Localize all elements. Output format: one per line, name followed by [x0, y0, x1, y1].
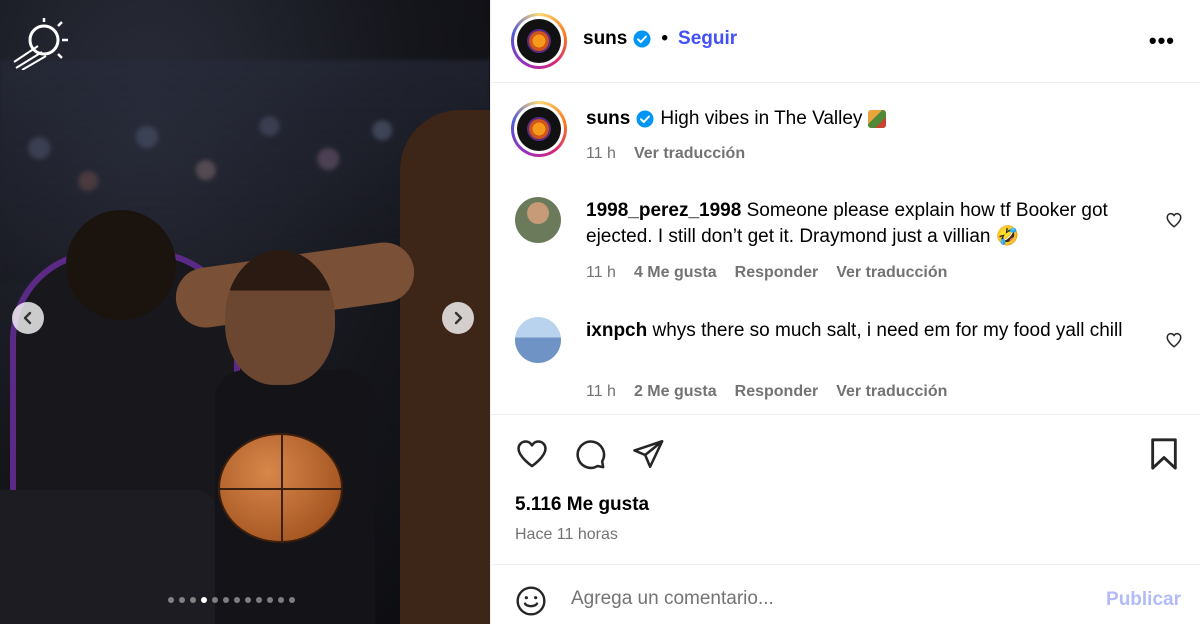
foreground-shadow [0, 490, 215, 624]
post-panel: suns • Seguir ••• suns High vibes in The… [490, 0, 1200, 624]
carousel-dot [289, 597, 295, 603]
caption-time[interactable]: 11 h [586, 145, 616, 163]
caption-avatar[interactable] [511, 101, 567, 157]
reply-button[interactable]: Responder [735, 264, 819, 282]
carousel-next-button[interactable] [442, 302, 474, 334]
comment-time[interactable]: 11 h [586, 383, 616, 401]
carousel-dots [168, 597, 295, 603]
comment-bar: Publicar [491, 564, 1200, 624]
like-heart-icon[interactable] [515, 437, 549, 471]
comment-body: 1998_perez_1998 Someone please explain h… [586, 198, 1126, 250]
carousel-dot [278, 597, 284, 603]
post-media[interactable] [0, 0, 490, 624]
carousel-dot [190, 597, 196, 603]
post-actions [491, 414, 1200, 470]
avatar[interactable] [511, 13, 567, 69]
comment-input[interactable] [571, 583, 1071, 615]
share-send-icon[interactable] [631, 437, 665, 471]
like-comment-heart-icon[interactable] [1165, 211, 1183, 229]
carousel-dot [179, 597, 185, 603]
likes-count[interactable]: 5.116 Me gusta [515, 494, 649, 516]
comment-username[interactable]: 1998_perez_1998 [586, 200, 741, 221]
carousel-prev-button[interactable] [12, 302, 44, 334]
carousel-dot [256, 597, 262, 603]
publish-button[interactable]: Publicar [1106, 589, 1181, 611]
comment-meta: 11 h 4 Me gusta Responder Ver traducción [586, 264, 947, 282]
verified-badge-icon [633, 30, 651, 48]
chevron-left-icon [23, 311, 32, 325]
commenter-avatar[interactable] [515, 197, 561, 243]
caption: suns High vibes in The Valley [586, 108, 887, 130]
comment-time[interactable]: 11 h [586, 264, 616, 282]
comment-translate-link[interactable]: Ver traducción [836, 264, 947, 282]
commenter-avatar[interactable] [515, 317, 561, 363]
verified-badge-icon [636, 110, 654, 128]
follow-button[interactable]: Seguir [678, 28, 737, 50]
caption-translate-link[interactable]: Ver traducción [634, 145, 745, 163]
player-right [400, 110, 490, 624]
save-bookmark-icon[interactable] [1149, 437, 1179, 471]
post-header: suns • Seguir ••• [491, 0, 1200, 83]
caption-text: High vibes in The Valley [660, 108, 863, 129]
carousel-dot [168, 597, 174, 603]
comment-likes[interactable]: 2 Me gusta [634, 383, 717, 401]
suns-logo-icon [13, 18, 68, 70]
carousel-dot [223, 597, 229, 603]
carousel-dot [201, 597, 207, 603]
player-left-head [66, 210, 176, 320]
header-username[interactable]: suns [583, 28, 627, 50]
comment-bubble-icon[interactable] [573, 437, 607, 471]
comment-likes[interactable]: 4 Me gusta [634, 264, 717, 282]
comment-translate-link[interactable]: Ver traducción [836, 383, 947, 401]
reply-button[interactable]: Responder [735, 383, 819, 401]
header-separator: • [661, 28, 669, 49]
sunset-emoji-icon [868, 110, 887, 128]
post-time[interactable]: Hace 11 horas [515, 526, 618, 544]
comment-username[interactable]: ixnpch [586, 320, 647, 341]
carousel-dot [267, 597, 273, 603]
carousel-dot [245, 597, 251, 603]
like-comment-heart-icon[interactable] [1165, 331, 1183, 349]
caption-meta: 11 h Ver traducción [586, 145, 745, 163]
emoji-smile-icon[interactable] [515, 585, 547, 617]
comment-meta: 11 h 2 Me gusta Responder Ver traducción [586, 383, 947, 401]
suns-avatar-icon [529, 31, 549, 51]
basketball [218, 433, 343, 543]
comment-text: whys there so much salt, i need em for m… [652, 320, 1123, 341]
comment-body: ixnpch whys there so much salt, i need e… [586, 318, 1126, 344]
caption-username[interactable]: suns [586, 108, 630, 130]
carousel-dot [234, 597, 240, 603]
suns-avatar-icon [529, 119, 549, 139]
player-center-head [225, 250, 335, 385]
carousel-dot [212, 597, 218, 603]
chevron-right-icon [454, 311, 463, 325]
more-options-button[interactable]: ••• [1149, 28, 1175, 54]
